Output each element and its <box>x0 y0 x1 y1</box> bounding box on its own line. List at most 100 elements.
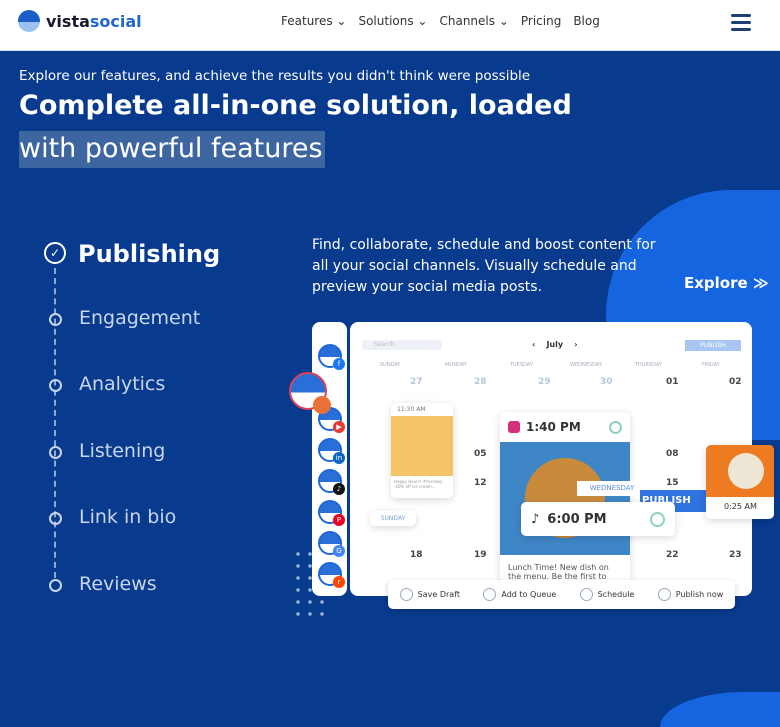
weekday: SUNDAY <box>380 362 401 368</box>
weekday: TUESDAY <box>510 362 533 368</box>
add-to-queue-option[interactable]: Add to Queue <box>483 588 556 601</box>
post-text: Lunch Time! New dish on the menu. Be the… <box>508 563 609 581</box>
search-input: Search <box>362 340 442 350</box>
day-number: 28 <box>474 377 487 387</box>
feature-label: Analytics <box>79 373 166 395</box>
decorative-circle <box>660 692 780 727</box>
nav-features[interactable]: Features ⌄ <box>281 14 346 28</box>
month-nav: ‹ July › <box>532 340 578 349</box>
nav-blog[interactable]: Blog <box>573 14 600 28</box>
hamburger-menu-icon[interactable] <box>731 14 751 35</box>
day-number: 29 <box>538 377 551 387</box>
post-card-instagram: 1:40 PM Lunch Time! New dish on the menu… <box>500 412 630 582</box>
linkedin-icon: in <box>333 452 345 464</box>
day-number: 19 <box>474 550 487 560</box>
feature-label: Listening <box>79 439 166 462</box>
circle-icon <box>49 512 62 525</box>
day-number: 02 <box>729 377 742 387</box>
circle-icon <box>650 511 665 527</box>
post-time: 6:00 PM <box>547 511 607 527</box>
google-icon: G <box>333 545 345 557</box>
hero-subtitle: Explore our features, and achieve the re… <box>19 68 531 84</box>
hero-title: Complete all-in-one solution, loaded <box>19 90 572 121</box>
tiktok-icon: ♪ <box>333 483 345 495</box>
avatar-instagram-selected <box>289 372 331 414</box>
brand-b: social <box>89 11 142 31</box>
hero-title-highlight: with powerful features <box>19 131 325 168</box>
pinterest-icon: P <box>333 514 345 526</box>
feature-link-in-bio[interactable]: Link in bio <box>44 506 220 573</box>
circle-icon <box>49 578 62 592</box>
logo-icon <box>18 10 40 32</box>
instagram-icon <box>508 421 520 433</box>
feature-label: Reviews <box>79 572 157 595</box>
day-number: 08 <box>666 449 679 459</box>
circle-icon <box>49 445 62 459</box>
post-image <box>706 445 774 497</box>
post-time: 11:30 AM <box>397 406 426 413</box>
avatar: G <box>318 531 345 557</box>
radio-icon <box>399 588 413 601</box>
publish-now-option[interactable]: Publish now <box>657 588 723 601</box>
day-number: 22 <box>666 550 679 560</box>
reddit-icon: r <box>333 576 345 588</box>
youtube-icon: ▶ <box>333 421 345 433</box>
feature-label: Link in bio <box>79 506 177 528</box>
post-card: 11:30 AM Happy Hours! #monday -20% off i… <box>391 403 453 498</box>
weekday: MONDAY <box>445 362 467 368</box>
day-number: 30 <box>600 377 613 387</box>
circle-icon <box>609 420 622 434</box>
avatar: r <box>318 562 345 588</box>
wednesday-label: WEDNESDAY <box>577 481 647 496</box>
feature-engagement[interactable]: Engagement <box>44 307 220 374</box>
post-time: 1:40 PM <box>526 420 581 434</box>
feature-label: Engagement <box>79 306 201 329</box>
feature-listening[interactable]: Listening <box>44 440 220 507</box>
radio-icon <box>657 588 671 601</box>
tiktok-icon: ♪ <box>531 511 540 527</box>
circle-icon <box>49 379 62 392</box>
avatar: P <box>318 500 345 526</box>
feature-reviews[interactable]: Reviews <box>44 573 220 640</box>
day-number: 23 <box>729 550 742 560</box>
publish-actions: Save Draft Add to Queue Schedule Publish… <box>388 580 735 609</box>
nav-pricing[interactable]: Pricing <box>521 14 561 28</box>
sunday-label: SUNDAY <box>370 511 416 526</box>
post-card: 0:25 AM <box>706 445 774 519</box>
explore-link[interactable]: Explore ≫ <box>684 274 769 292</box>
instagram-icon <box>313 396 331 414</box>
brand-a: vista <box>46 11 90 31</box>
post-card-tiktok: ♪ 6:00 PM <box>521 502 675 536</box>
avatar: in <box>318 438 345 464</box>
save-draft-option[interactable]: Save Draft <box>399 588 460 601</box>
publish-button: PUBLISH <box>685 340 741 351</box>
weekday: THURSDAY <box>635 362 662 368</box>
day-number: 12 <box>474 478 487 488</box>
feature-analytics[interactable]: Analytics <box>44 373 220 440</box>
feature-publishing[interactable]: ✓ Publishing <box>44 240 220 307</box>
radio-icon <box>483 588 497 601</box>
post-image <box>391 416 453 476</box>
feature-description: Find, collaborate, schedule and boost co… <box>312 237 656 295</box>
logo[interactable]: vistasocial <box>18 10 142 32</box>
day-number: 27 <box>410 377 423 387</box>
facebook-icon: f <box>333 358 345 370</box>
feature-list: ✓ Publishing Engagement Analytics Listeni… <box>44 240 220 639</box>
radio-icon <box>579 588 593 601</box>
day-number: 01 <box>666 377 679 387</box>
chevron-left-icon: ‹ <box>532 340 536 349</box>
check-circle-icon: ✓ <box>44 242 66 264</box>
nav-solutions[interactable]: Solutions ⌄ <box>358 14 427 28</box>
avatar: f <box>318 344 345 370</box>
circle-icon <box>49 312 62 326</box>
day-number: 18 <box>410 550 423 560</box>
nav-channels[interactable]: Channels ⌄ <box>439 14 508 28</box>
chevron-right-icon: › <box>574 340 578 349</box>
post-text: Happy Hours! #monday -20% off ice cream.… <box>394 479 443 489</box>
day-number: 15 <box>666 478 679 488</box>
feature-label: Publishing <box>78 240 221 268</box>
accounts-sidebar: f ▶ in ♪ P G r <box>312 322 347 596</box>
weekday: FRIDAY <box>702 362 720 368</box>
top-nav: vistasocial Features ⌄ Solutions ⌄ Chann… <box>0 0 780 51</box>
schedule-option[interactable]: Schedule <box>579 588 634 601</box>
